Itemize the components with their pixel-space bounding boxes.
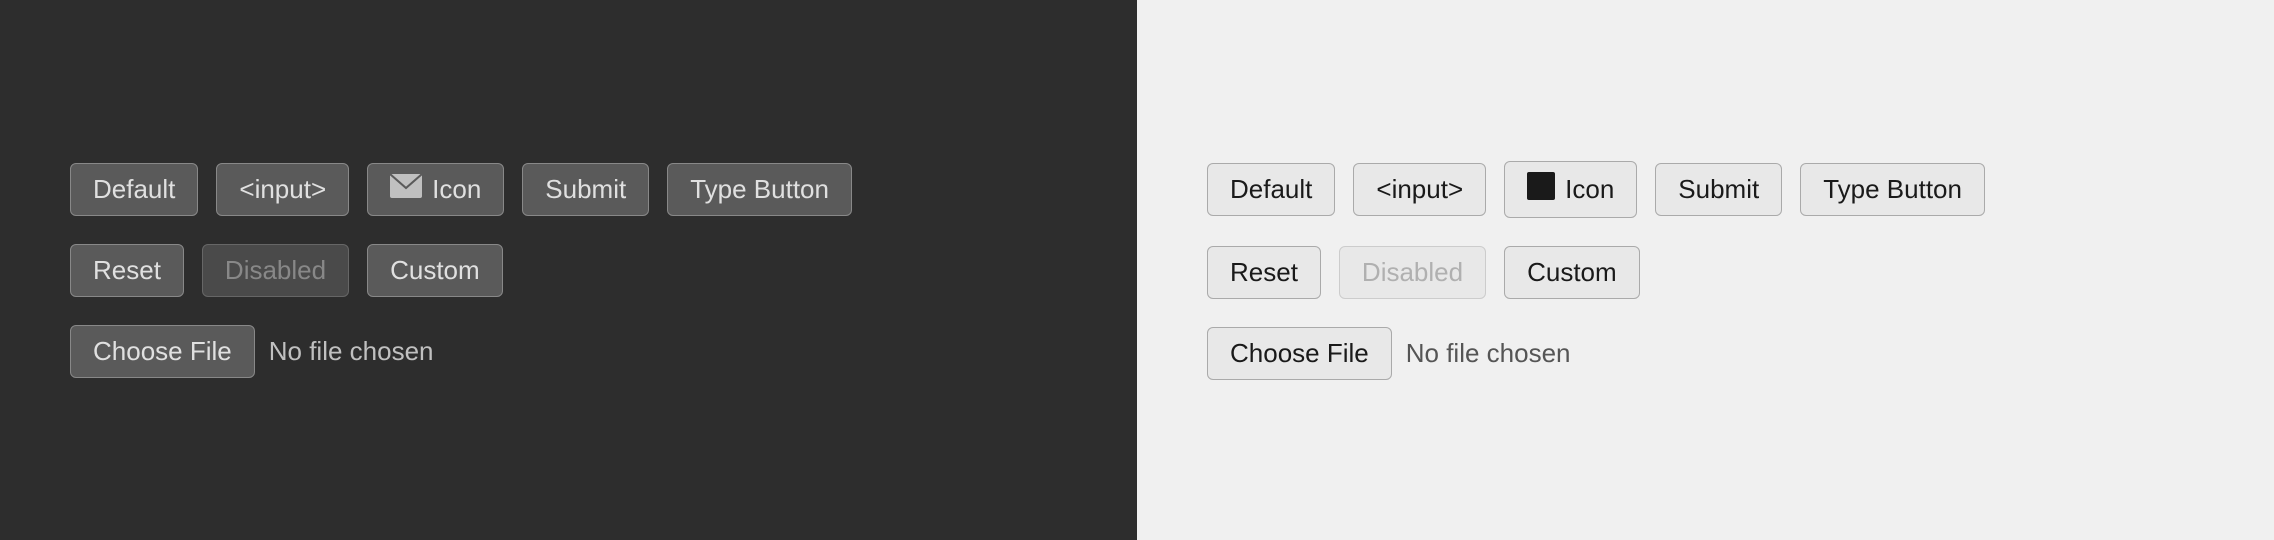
light-reset-button[interactable]: Reset <box>1207 246 1321 299</box>
dark-submit-button[interactable]: Submit <box>522 163 649 216</box>
dark-icon-button[interactable]: Icon <box>367 163 504 216</box>
light-panel: Default <input> Icon Submit Type Button … <box>1137 0 2274 540</box>
dark-reset-button[interactable]: Reset <box>70 244 184 297</box>
light-submit-button[interactable]: Submit <box>1655 163 1782 216</box>
light-row-1: Default <input> Icon Submit Type Button <box>1207 161 2204 218</box>
dark-choose-file-button[interactable]: Choose File <box>70 325 255 378</box>
light-icon-button-label: Icon <box>1565 174 1614 205</box>
light-type-button[interactable]: Type Button <box>1800 163 1985 216</box>
light-file-input-row: Choose File No file chosen <box>1207 327 2204 380</box>
dark-file-input-row: Choose File No file chosen <box>70 325 1067 378</box>
dark-row-2: Reset Disabled Custom <box>70 244 1067 297</box>
dark-panel: Default <input> Icon Submit Type Button … <box>0 0 1137 540</box>
dark-custom-button[interactable]: Custom <box>367 244 503 297</box>
dark-row-1: Default <input> Icon Submit Type Button <box>70 163 1067 216</box>
dark-input-button[interactable]: <input> <box>216 163 349 216</box>
light-file-status: No file chosen <box>1406 338 1571 369</box>
mail-icon <box>390 174 422 205</box>
light-icon-button[interactable]: Icon <box>1504 161 1637 218</box>
light-disabled-button: Disabled <box>1339 246 1486 299</box>
light-choose-file-button[interactable]: Choose File <box>1207 327 1392 380</box>
dark-file-status: No file chosen <box>269 336 434 367</box>
light-default-button[interactable]: Default <box>1207 163 1335 216</box>
dark-icon-button-label: Icon <box>432 174 481 205</box>
light-row-2: Reset Disabled Custom <box>1207 246 2204 299</box>
dark-type-button[interactable]: Type Button <box>667 163 852 216</box>
light-custom-button[interactable]: Custom <box>1504 246 1640 299</box>
black-square-icon <box>1527 172 1555 207</box>
light-input-button[interactable]: <input> <box>1353 163 1486 216</box>
dark-default-button[interactable]: Default <box>70 163 198 216</box>
dark-disabled-button: Disabled <box>202 244 349 297</box>
